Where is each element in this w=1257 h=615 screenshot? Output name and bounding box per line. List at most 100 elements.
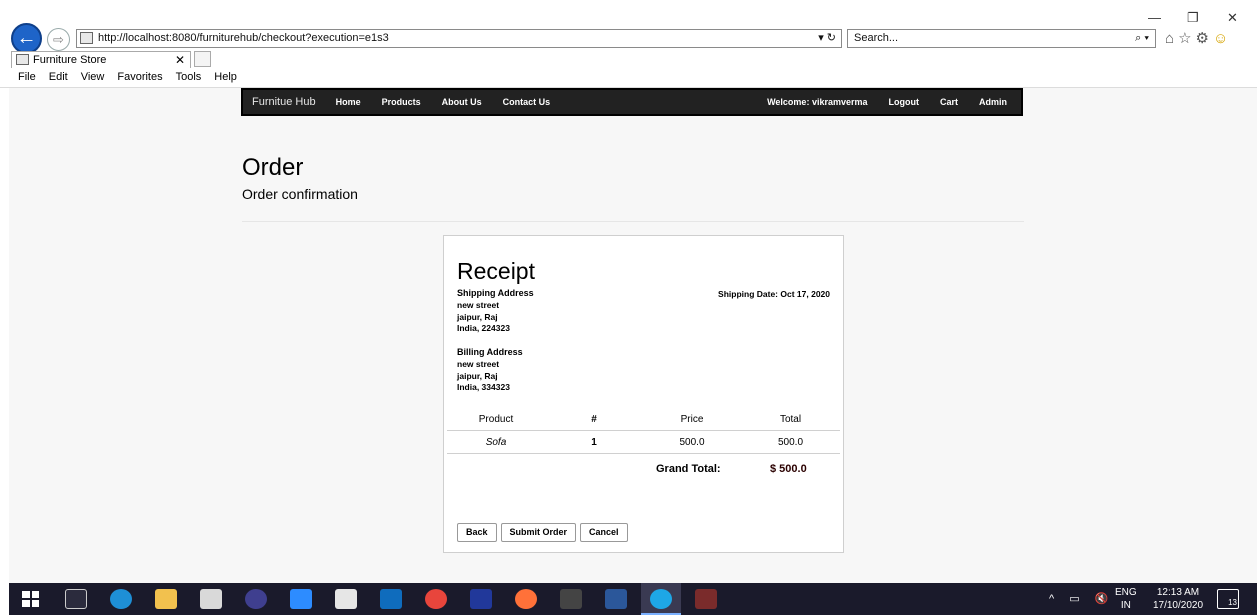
word-icon[interactable] (605, 589, 627, 609)
infinity-app-icon[interactable] (245, 589, 267, 609)
menu-help[interactable]: Help (214, 69, 237, 87)
billing-address: Billing Address new street jaipur, Raj I… (457, 347, 523, 394)
game-app-icon[interactable] (695, 589, 717, 609)
windows-taskbar: ^ ▭ 🔇 ENG IN 12:13 AM 17/10/2020 13 (9, 583, 1257, 615)
page-viewport: Furnitue Hub Home Products About Us Cont… (9, 88, 1257, 583)
menu-file[interactable]: File (18, 69, 36, 87)
address-bar[interactable]: http://localhost:8080/furniturehub/check… (76, 29, 842, 48)
search-placeholder: Search... (854, 32, 899, 44)
row-total: 500.0 (777, 437, 804, 448)
col-quantity: # (591, 414, 597, 425)
back-button[interactable]: Back (457, 523, 497, 542)
minimize-button[interactable]: — (1148, 10, 1161, 25)
row-quantity: 1 (591, 437, 597, 448)
brand-link[interactable]: Furnitue Hub (252, 96, 316, 108)
receipt-actions: Back Submit Order Cancel (457, 523, 628, 542)
tray-icons[interactable]: ^ ▭ 🔇 (1049, 592, 1114, 605)
page-title: Order (242, 154, 304, 181)
receipt-title: Receipt (457, 258, 535, 284)
browser-tab[interactable]: Furniture Store ✕ (11, 51, 191, 68)
col-price: Price (680, 414, 704, 425)
region-code: IN (1120, 600, 1131, 611)
page-subtitle: Order confirmation (242, 186, 358, 202)
nav-right-group: Welcome: vikramverma Logout Cart Admin (767, 97, 1021, 107)
language-indicator[interactable]: ENG IN (1115, 586, 1137, 612)
terminal-icon[interactable] (560, 589, 582, 609)
nav-products[interactable]: Products (382, 97, 421, 107)
ide-icon[interactable] (470, 589, 492, 609)
submit-order-button[interactable]: Submit Order (500, 523, 577, 542)
billing-line3: India, 334323 (457, 382, 510, 393)
internet-explorer-icon (650, 589, 672, 609)
grand-total-label: Grand Total: (656, 463, 721, 475)
close-window-button[interactable]: ✕ (1227, 10, 1238, 26)
billing-line2: jaipur, Raj (457, 370, 498, 381)
forward-navigation-button[interactable]: ⇨ (47, 28, 70, 51)
header-divider (242, 221, 1024, 222)
menu-bar: File Edit View Favorites Tools Help (0, 69, 1257, 87)
nav-admin[interactable]: Admin (979, 97, 1007, 107)
refresh-icon[interactable]: ▾ ↻ (818, 30, 836, 47)
grand-total-value: $ 500.0 (770, 463, 807, 475)
search-icon[interactable]: ⌕ ▾ (1135, 30, 1149, 47)
shipping-address: Shipping Address new street jaipur, Raj … (457, 288, 534, 335)
chrome-icon[interactable] (425, 589, 447, 609)
notification-center-icon[interactable]: 13 (1217, 589, 1239, 609)
document-icon[interactable] (335, 589, 357, 609)
file-explorer-icon[interactable] (155, 589, 177, 609)
star-icon[interactable]: ☆ (1178, 30, 1195, 47)
tab-title: Furniture Store (33, 54, 107, 66)
site-navbar: Furnitue Hub Home Products About Us Cont… (241, 88, 1023, 116)
table-header: Product # Price Total (447, 409, 840, 431)
cancel-button[interactable]: Cancel (580, 523, 628, 542)
arrow-left-icon: ← (16, 27, 37, 49)
col-total: Total (779, 414, 802, 425)
task-view-icon[interactable] (65, 589, 87, 609)
nav-home[interactable]: Home (336, 97, 361, 107)
nav-about-us[interactable]: About Us (442, 97, 482, 107)
row-product: Sofa (485, 437, 507, 448)
tools-icon[interactable] (200, 589, 222, 609)
table-row: Sofa 1 500.0 500.0 (447, 432, 840, 454)
close-tab-icon[interactable]: ✕ (175, 52, 185, 68)
edge-icon[interactable] (110, 589, 132, 609)
tab-page-icon (16, 54, 29, 65)
nav-welcome-user[interactable]: Welcome: vikramverma (767, 97, 867, 107)
restore-button[interactable]: ❐ (1187, 10, 1199, 26)
browser-search-box[interactable]: Search... ⌕ ▾ (847, 29, 1156, 48)
gear-icon[interactable]: ⚙ (1196, 30, 1213, 47)
address-url: http://localhost:8080/furniturehub/check… (98, 32, 389, 44)
arrow-right-icon: ⇨ (53, 31, 64, 47)
shipping-address-label: Shipping Address (457, 288, 534, 298)
menu-tools[interactable]: Tools (176, 69, 202, 87)
billing-line1: new street (457, 358, 500, 369)
windows-start-icon[interactable] (22, 591, 39, 607)
notification-count: 13 (1228, 598, 1237, 607)
firefox-icon[interactable] (515, 589, 537, 609)
menu-favorites[interactable]: Favorites (117, 69, 162, 87)
nav-logout[interactable]: Logout (888, 97, 919, 107)
clock-date: 17/10/2020 (1152, 600, 1204, 611)
browser-chrome: — ❐ ✕ ← ⇨ http://localhost:8080/furnitur… (0, 0, 1257, 88)
receipt-panel: Receipt Shipping Address new street jaip… (443, 235, 844, 553)
browser-toolbar-icons: ⌂☆⚙☺ (1165, 29, 1232, 47)
billing-address-label: Billing Address (457, 347, 523, 357)
shipping-line1: new street (457, 299, 500, 310)
nav-contact-us[interactable]: Contact Us (503, 97, 551, 107)
menu-view[interactable]: View (81, 69, 105, 87)
language-code: ENG (1115, 587, 1137, 598)
clock-time: 12:13 AM (1156, 587, 1200, 598)
nav-cart[interactable]: Cart (940, 97, 958, 107)
clock[interactable]: 12:13 AM 17/10/2020 (1150, 586, 1206, 612)
col-product: Product (478, 414, 514, 425)
smiley-icon[interactable]: ☺ (1213, 30, 1232, 47)
home-icon[interactable]: ⌂ (1165, 30, 1178, 47)
shipping-line3: India, 224323 (457, 323, 510, 334)
back-navigation-button[interactable]: ← (11, 23, 42, 54)
menu-edit[interactable]: Edit (49, 69, 68, 87)
shipping-date: Shipping Date: Oct 17, 2020 (718, 289, 830, 299)
shipping-line2: jaipur, Raj (457, 311, 498, 322)
zoom-icon[interactable] (290, 589, 312, 609)
outlook-icon[interactable] (380, 589, 402, 609)
new-tab-button[interactable] (194, 51, 211, 67)
